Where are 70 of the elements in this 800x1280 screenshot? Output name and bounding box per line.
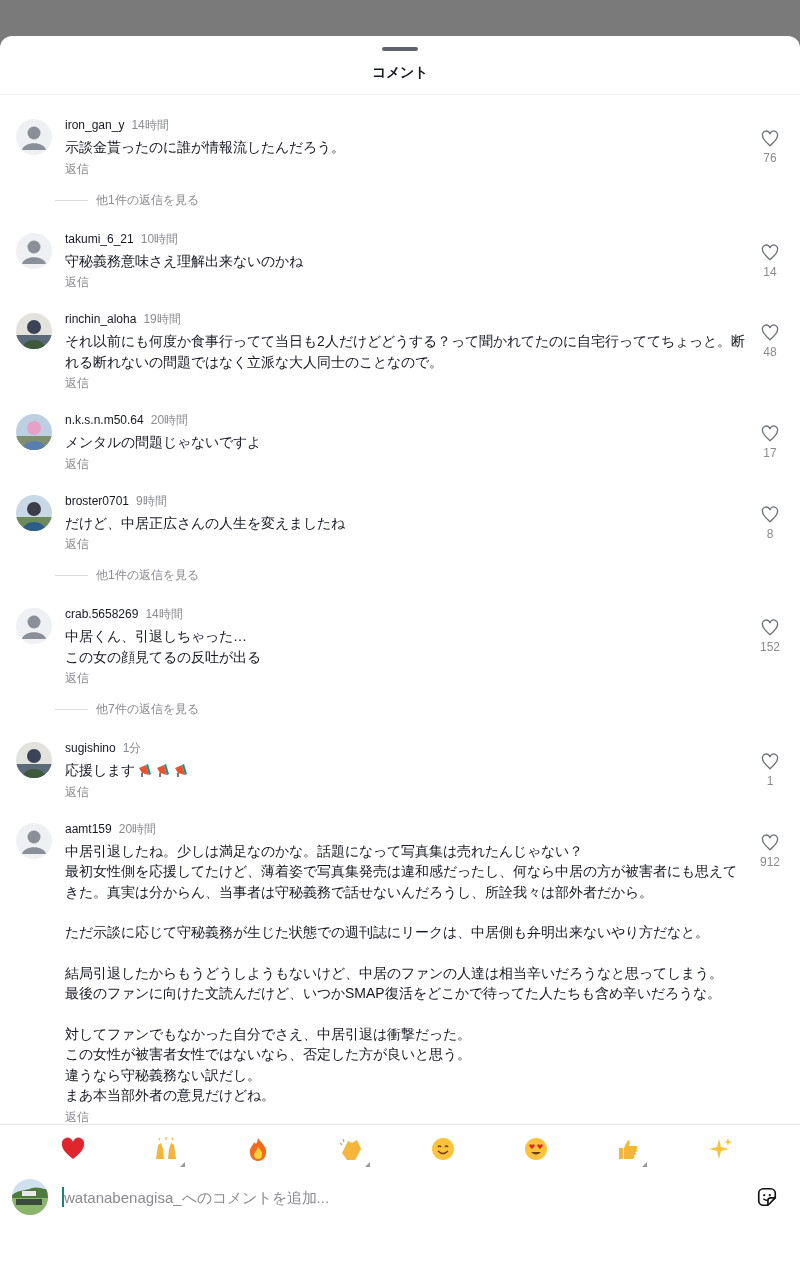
sheet-title: コメント [372, 64, 428, 82]
comment-text: だけど、中居正広さんの人生を変えましたね [65, 513, 345, 533]
username[interactable]: takumi_6_21 [65, 231, 134, 246]
username[interactable]: n.k.s.n.m50.64 [65, 413, 144, 427]
view-replies-link[interactable]: 他1件の返信を見る [96, 567, 199, 584]
like-count: 76 [763, 151, 777, 165]
reply-link[interactable]: 返信 [65, 536, 89, 553]
like-count: 912 [760, 854, 780, 869]
comment-text: 最後のファンに向けた文読んだけど、いつかSMAP復活をどこかで待ってた人たちも含め辛いだろうな。 [65, 984, 721, 1003]
view-replies-link[interactable]: 他7件の返信を見る [96, 701, 199, 718]
username[interactable]: aamt159 [65, 821, 112, 836]
like-icon[interactable] [760, 504, 780, 525]
like-count: 8 [766, 526, 774, 541]
reply-link[interactable]: 返信 [65, 783, 89, 801]
like-icon[interactable] [760, 424, 780, 444]
comment-text: 違うなら守秘義務ない訳だし。 [65, 1065, 261, 1085]
megaphone-icon [155, 762, 171, 779]
timestamp: 9時間 [136, 492, 167, 510]
like-count: 1 [766, 774, 774, 788]
timestamp: 1分 [122, 740, 142, 757]
comment-text: 対してファンでもなかった自分でさえ、中居引退は衝撃だった。 [65, 1024, 471, 1044]
default-avatar[interactable] [16, 608, 52, 644]
comment-text: 結局引退したからもうどうしようもないけど、中居のファンの人達は相当辛いだろうなと思ってしまう。 [65, 963, 723, 983]
timestamp: 20時間 [150, 412, 189, 429]
comment-text: 示談金貰ったのに誰が情報流したんだろう。 [65, 138, 345, 157]
username[interactable]: iron_gan_y [65, 118, 125, 132]
reply-link[interactable]: 返信 [65, 375, 89, 392]
reply-link[interactable]: 返信 [65, 160, 89, 178]
megaphone-icon [137, 762, 153, 779]
timestamp: 10時間 [140, 230, 179, 248]
like-count: 17 [763, 446, 777, 460]
drag-handle[interactable] [382, 47, 418, 51]
username[interactable]: broster0701 [65, 493, 130, 508]
reply-link[interactable]: 返信 [65, 274, 89, 291]
comment-text: ただ示談に応じて守秘義務が生じた状態での週刊誌にリークは、中居側も弁明出来ないやり方だなと。 [65, 923, 709, 942]
like-icon[interactable] [760, 832, 780, 853]
comment-text: 中居くん、引退しちゃった… [65, 627, 247, 646]
default-avatar[interactable] [16, 119, 52, 155]
like-icon[interactable] [760, 618, 780, 638]
comment-text: 中居引退したね。少しは満足なのかな。話題になって写真集は売れたんじゃない？ [65, 841, 583, 861]
like-count: 14 [763, 264, 777, 279]
like-icon[interactable] [760, 129, 780, 149]
reply-link[interactable]: 返信 [65, 670, 89, 687]
comment-text: 応援します [65, 761, 135, 780]
reply-link[interactable]: 返信 [65, 455, 89, 473]
comment-text: メンタルの問題じゃないですよ [65, 433, 261, 452]
view-replies-link[interactable]: 他1件の返信を見る [96, 191, 199, 209]
like-count: 48 [763, 345, 777, 359]
reply-link[interactable]: 返信 [65, 1108, 89, 1124]
like-icon[interactable] [760, 242, 780, 263]
timestamp: 19時間 [143, 311, 181, 328]
megaphone-icon [173, 762, 189, 779]
timestamp: 14時間 [145, 606, 183, 623]
default-avatar[interactable] [16, 232, 52, 269]
timestamp: 20時間 [118, 820, 157, 838]
username[interactable]: crab.5658269 [65, 607, 139, 621]
comment-text: 守秘義務意味さえ理解出来ないのかね [65, 251, 303, 271]
like-count: 152 [760, 640, 780, 654]
comment-text: それ以前にも何度か食事行ってて当日も2人だけどどうする？って聞かれてたのに自宅行っててちょっと。断れる断れないの問題ではなく立派な大人同士のことなので。 [65, 332, 745, 372]
default-avatar[interactable] [16, 822, 52, 859]
username[interactable]: rinchin_aloha [65, 312, 137, 326]
comment-text: この女の顔見てるの反吐が出る [65, 647, 261, 667]
comment-text: この女性が被害者女性ではないなら、否定した方が良いと思う。 [65, 1045, 471, 1064]
like-icon[interactable] [760, 752, 780, 772]
like-icon[interactable] [760, 323, 780, 343]
timestamp: 14時間 [131, 117, 169, 134]
sticker-icon[interactable] [756, 1186, 778, 1208]
comment-text: まあ本当部外者の意見だけどね。 [65, 1086, 275, 1105]
comment-text: 最初女性側を応援してたけど、薄着姿で写真集発売は違和感だったし、何なら中居の方が被害者にも思えてきた。真実は分からん、当事者は守秘義務で話せないんだろうし、所詮我々は部外者だから。 [65, 862, 738, 902]
username[interactable]: sugishino [65, 741, 116, 755]
